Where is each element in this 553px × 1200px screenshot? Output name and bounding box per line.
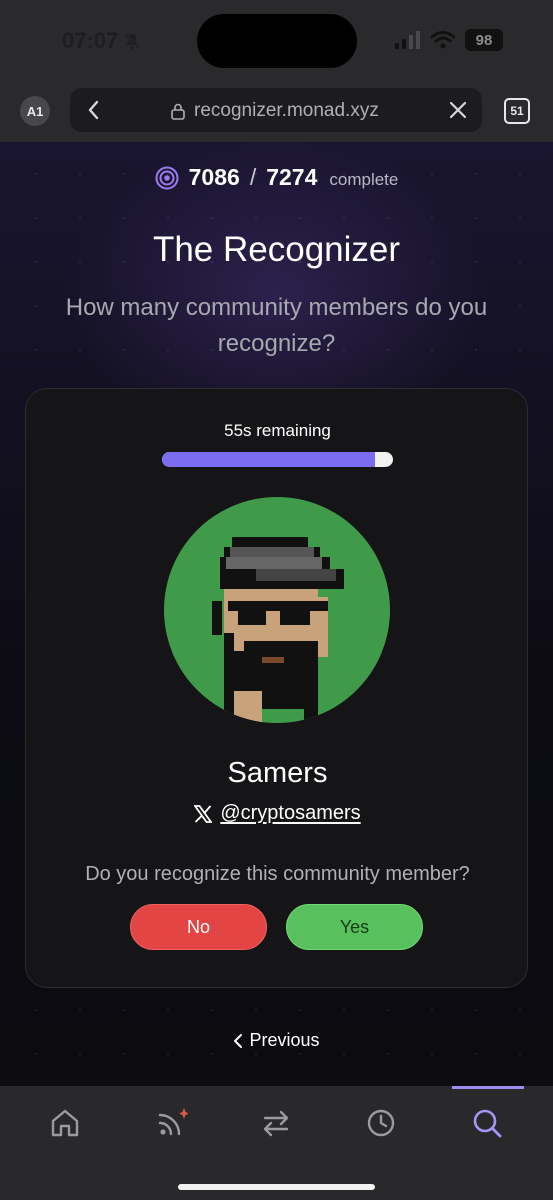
bottom-tab-bar	[0, 1086, 553, 1200]
lock-icon	[171, 103, 185, 120]
bell-slash-icon	[124, 32, 141, 50]
dynamic-island	[197, 14, 357, 68]
tab-count: 51	[510, 104, 524, 118]
close-icon[interactable]	[448, 100, 468, 120]
swap-icon[interactable]	[259, 1106, 293, 1140]
member-name: Samers	[227, 757, 328, 789]
history-icon[interactable]	[364, 1106, 398, 1140]
handle-row[interactable]: @cryptosamers	[26, 802, 529, 825]
browser-toolbar: A1 recognizer.monad.xyz 51	[0, 84, 553, 142]
search-icon[interactable]	[470, 1106, 504, 1140]
url-group: recognizer.monad.xyz	[170, 100, 379, 122]
back-chevron-icon[interactable]	[84, 99, 104, 121]
recognizer-page: 7086 / 7274 complete The Recognizer How …	[0, 142, 553, 1086]
overall-progress: 7086 / 7274 complete	[0, 164, 553, 191]
target-icon	[155, 166, 179, 189]
status-time-group: 07:07	[62, 28, 142, 54]
battery-level: 98	[475, 31, 493, 49]
member-handle-link[interactable]: @cryptosamers	[220, 802, 360, 825]
yes-button[interactable]: Yes	[286, 904, 423, 950]
member-card: 55s remaining Samers @cryptosamers Do yo…	[25, 388, 528, 988]
pixel-avatar-image	[212, 537, 344, 723]
status-icons: 98	[395, 29, 503, 51]
timer-progress-bar	[162, 452, 393, 467]
status-bar: 07:07 98	[0, 0, 553, 84]
no-button[interactable]: No	[130, 904, 267, 950]
address-bar[interactable]: recognizer.monad.xyz	[70, 88, 482, 132]
home-indicator	[178, 1184, 375, 1190]
total-count: 7274	[266, 164, 318, 190]
wifi-icon	[431, 31, 455, 49]
completed-count: 7086	[188, 164, 240, 190]
timer-progress-fill	[162, 452, 375, 467]
complete-label: complete	[329, 170, 399, 189]
active-tab-indicator	[452, 1086, 524, 1089]
status-time: 07:07	[62, 28, 119, 53]
feed-icon[interactable]	[154, 1106, 188, 1140]
profile-badge[interactable]: A1	[20, 96, 50, 126]
url-text: recognizer.monad.xyz	[194, 100, 379, 121]
home-icon[interactable]	[48, 1106, 82, 1140]
cellular-signal-icon	[395, 31, 420, 49]
avatar	[164, 497, 390, 723]
tabs-icon[interactable]: 51	[504, 98, 530, 124]
x-logo-icon	[194, 804, 213, 823]
page-subtitle: How many community members do you recogn…	[65, 294, 488, 357]
recognition-question: Do you recognize this community member?	[85, 863, 470, 885]
battery-icon: 98	[465, 29, 503, 51]
previous-label: Previous	[249, 1030, 320, 1050]
chevron-left-icon	[234, 1033, 243, 1048]
timer-label: 55s remaining	[224, 421, 331, 440]
count-separator: /	[249, 164, 257, 190]
previous-button[interactable]: Previous	[0, 1030, 553, 1051]
page-title: The Recognizer	[152, 230, 401, 269]
